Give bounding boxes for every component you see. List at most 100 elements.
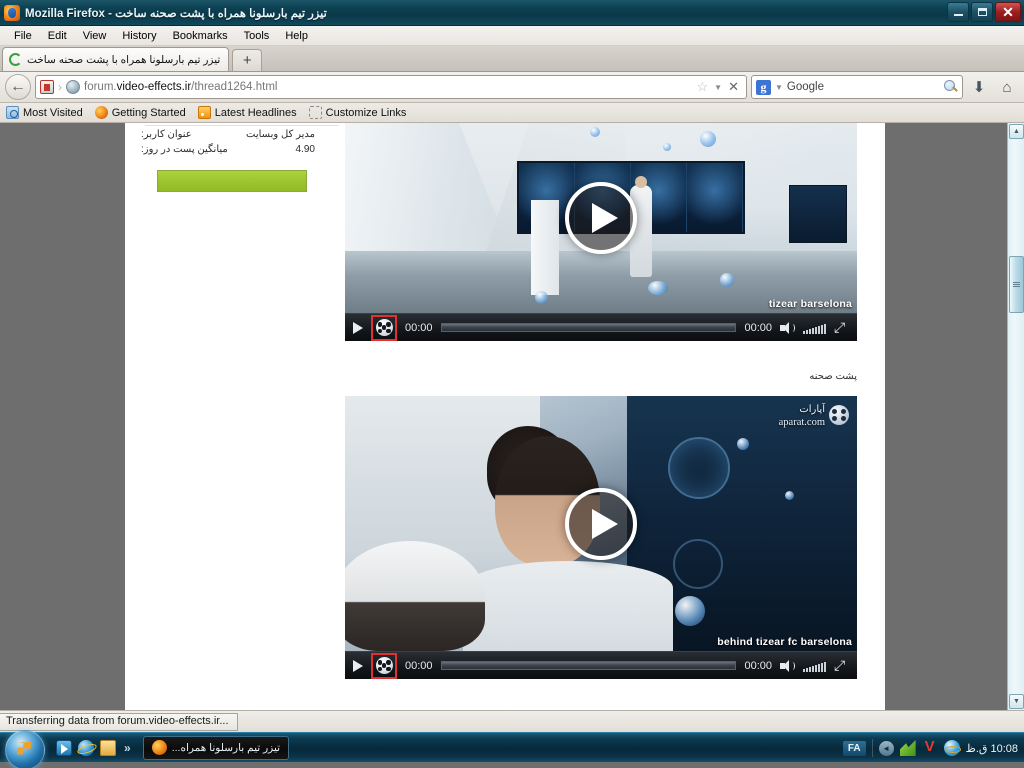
- url-path: /thread1264.html: [191, 81, 278, 93]
- url-text: forum.video-effects.ir/thread1264.html: [84, 81, 277, 93]
- play-button-1[interactable]: [353, 321, 363, 334]
- volume-icon-2[interactable]: [780, 659, 795, 673]
- bookmark-label: Customize Links: [325, 106, 407, 119]
- divider: [871, 739, 873, 757]
- bookmark-latest-headlines[interactable]: Latest Headlines: [197, 106, 297, 119]
- close-button[interactable]: ✕: [995, 2, 1021, 22]
- web-page-content: مدیر کل وبسایت عنوان کاربر: 4.90 میانگین…: [0, 123, 1007, 710]
- progress-bar-1[interactable]: [440, 323, 737, 332]
- scrollbar-thumb[interactable]: [1009, 256, 1024, 313]
- scene-server-rack: [789, 185, 847, 243]
- minimize-button[interactable]: [947, 2, 969, 22]
- scene-bokeh: [785, 491, 794, 500]
- network-icon[interactable]: [899, 740, 916, 756]
- search-bar[interactable]: g ▼ Google: [751, 75, 963, 99]
- tab-strip: تیزر تیم بارسلونا همراه با پشت صحنه ساخت…: [0, 46, 1024, 72]
- downloads-button[interactable]: ⬇: [967, 74, 991, 100]
- reel-hole: [841, 409, 846, 414]
- home-button[interactable]: ⌂: [995, 74, 1019, 100]
- status-bar: Transferring data from forum.video-effec…: [0, 710, 1024, 732]
- show-hidden-icons-button[interactable]: ◄: [878, 740, 894, 756]
- reel-hole: [381, 325, 386, 330]
- taskbar-window-firefox[interactable]: تیزر تیم بارسلونا همراه...: [142, 735, 290, 760]
- menu-file[interactable]: File: [6, 27, 40, 45]
- dashed-placeholder-icon: [308, 106, 322, 119]
- bookmark-label: Getting Started: [111, 106, 186, 119]
- scene-bokeh: [663, 143, 671, 151]
- start-button[interactable]: [0, 729, 50, 768]
- quality-meter-icon-1[interactable]: [803, 322, 826, 334]
- search-engine-chevron-icon[interactable]: ▼: [775, 83, 783, 92]
- clock[interactable]: 10:08 ق.ظ: [966, 742, 1018, 755]
- aparat-logo-button-1[interactable]: [371, 314, 397, 341]
- reel-hole: [832, 409, 837, 414]
- menu-tools[interactable]: Tools: [236, 27, 278, 45]
- antivirus-icon[interactable]: V: [922, 739, 938, 756]
- aparat-reel-icon: [829, 405, 849, 425]
- url-domain: video-effects.ir: [116, 81, 192, 93]
- menu-edit[interactable]: Edit: [40, 27, 75, 45]
- watermark-en: aparat.com: [778, 417, 825, 428]
- video-player-2: آپارات aparat.com behind tizear fc barse…: [345, 396, 857, 679]
- new-tab-button[interactable]: +: [232, 49, 263, 71]
- search-input[interactable]: Google: [787, 81, 824, 93]
- address-bar[interactable]: › forum.video-effects.ir/thread1264.html…: [35, 75, 747, 99]
- scroll-down-button[interactable]: ▼: [1009, 694, 1024, 709]
- language-indicator[interactable]: FA: [842, 740, 866, 756]
- menu-help[interactable]: Help: [277, 27, 316, 45]
- firefox-icon: [94, 106, 108, 119]
- browser-tray-icon[interactable]: [943, 740, 961, 756]
- quick-launch-more-button[interactable]: »: [124, 741, 131, 755]
- quality-meter-icon-2[interactable]: [803, 660, 826, 672]
- film-reel-icon: [375, 657, 393, 674]
- menu-view[interactable]: View: [75, 27, 115, 45]
- bookmark-star-icon[interactable]: ☆: [697, 79, 709, 95]
- play-icon: [591, 203, 618, 233]
- back-button[interactable]: ←: [5, 74, 31, 100]
- globe-icon: [66, 80, 80, 94]
- video-viewport-2[interactable]: آپارات aparat.com behind tizear fc barse…: [345, 396, 857, 651]
- current-time-2: 00:00: [405, 659, 433, 672]
- fullscreen-icon-1[interactable]: ⤢: [834, 320, 849, 335]
- reel-hole: [381, 663, 386, 668]
- current-time-1: 00:00: [405, 321, 433, 334]
- volume-icon-1[interactable]: [780, 321, 795, 335]
- restore-button[interactable]: [971, 2, 993, 22]
- stop-loading-icon[interactable]: ✕: [728, 79, 739, 95]
- menu-bookmarks[interactable]: Bookmarks: [165, 27, 236, 45]
- play-button-2[interactable]: [353, 659, 363, 672]
- sidebar-green-button[interactable]: [157, 170, 307, 192]
- scene-bokeh: [720, 273, 734, 287]
- bookmark-getting-started[interactable]: Getting Started: [94, 106, 186, 119]
- firefox-icon: [4, 4, 20, 21]
- fullscreen-icon-2[interactable]: ⤢: [834, 658, 849, 673]
- browser-tab-active[interactable]: تیزر تیم بارسلونا همراه با پشت صحنه ساخت: [2, 47, 230, 71]
- watermark-text: آپارات aparat.com: [779, 402, 825, 428]
- internet-explorer-icon[interactable]: [78, 739, 94, 756]
- aparat-logo-button-2[interactable]: [371, 652, 397, 679]
- taskbar: » تیزر تیم بارسلونا همراه... FA ◄ V 10:0…: [0, 729, 1024, 768]
- chevron-down-icon[interactable]: ▼: [714, 83, 722, 92]
- reel-hole: [377, 666, 382, 671]
- bookmark-most-visited[interactable]: Most Visited: [6, 106, 83, 119]
- menu-history[interactable]: History: [114, 27, 164, 45]
- firefox-icon: [151, 740, 167, 755]
- play-icon: [591, 508, 618, 539]
- video-viewport-1[interactable]: tizear barselona: [345, 123, 857, 313]
- scene-bokeh: [590, 127, 600, 137]
- play-overlay-button-1[interactable]: [565, 182, 637, 254]
- page-scrollbar[interactable]: ▲ ▼: [1007, 123, 1024, 710]
- search-icon[interactable]: [944, 80, 958, 94]
- bookmark-customize-links[interactable]: Customize Links: [308, 106, 407, 119]
- google-icon[interactable]: g: [756, 79, 771, 95]
- media-player-icon[interactable]: [56, 739, 72, 756]
- site-favicon-icon: [40, 80, 54, 94]
- posts-per-day-label: میانگین پست در روز:: [141, 144, 228, 155]
- progress-bar-2[interactable]: [440, 661, 737, 670]
- play-overlay-button-2[interactable]: [565, 487, 637, 560]
- folder-icon[interactable]: [100, 739, 116, 756]
- volume-wave: [790, 661, 795, 670]
- scroll-up-button[interactable]: ▲: [1009, 124, 1024, 139]
- grip-icon: [1013, 282, 1020, 287]
- window-title: تیزر تیم بارسلونا همراه با پشت صحنه ساخت…: [25, 7, 327, 20]
